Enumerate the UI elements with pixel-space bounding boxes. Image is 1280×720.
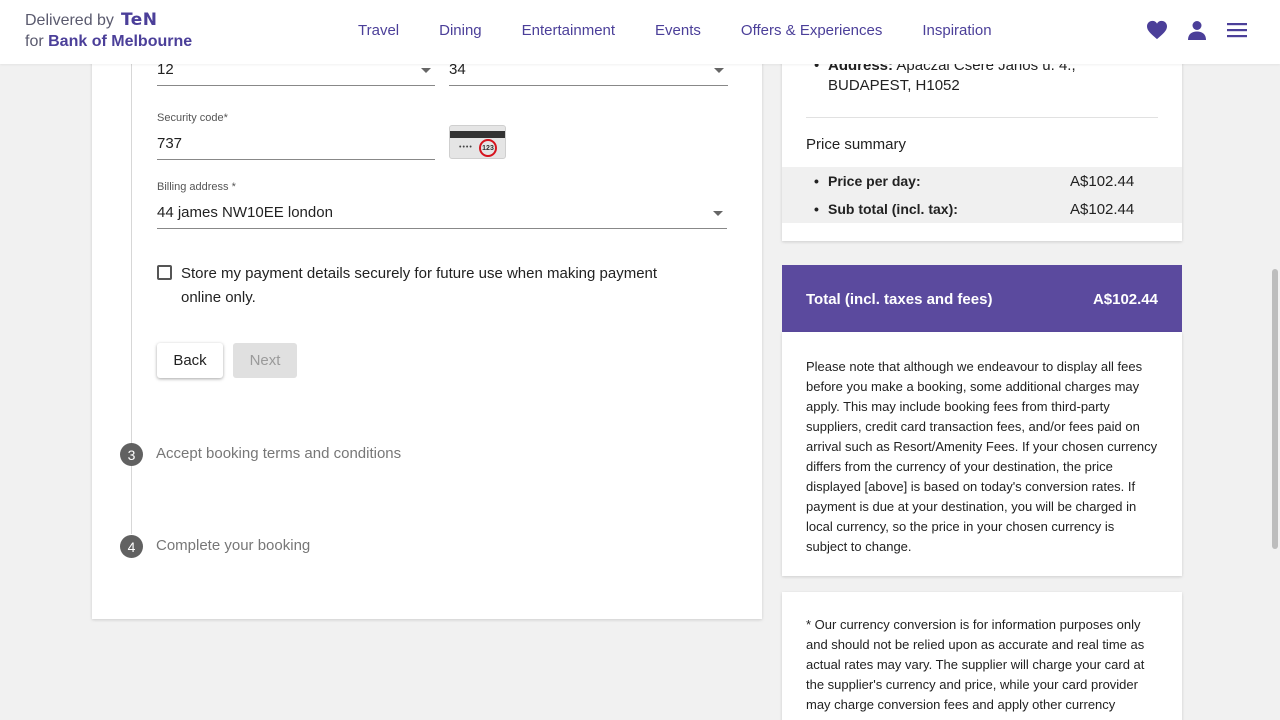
price-row: Price per day: A$102.44 bbox=[782, 167, 1182, 195]
nav-dining[interactable]: Dining bbox=[439, 22, 482, 39]
divider bbox=[806, 117, 1158, 118]
nav-inspiration[interactable]: Inspiration bbox=[922, 22, 991, 39]
billing-address-value: 44 james NW10EE london bbox=[157, 204, 333, 221]
for-text: for bbox=[25, 33, 44, 50]
menu-icon[interactable] bbox=[1226, 18, 1248, 42]
billing-address-label: Billing address * bbox=[157, 181, 236, 193]
top-header: Delivered by TeN for Bank of Melbourne T… bbox=[0, 0, 1280, 64]
cvv-card-icon: •••• 123 bbox=[449, 125, 506, 159]
security-code-value: 737 bbox=[157, 135, 183, 152]
subtotal-label: Sub total (incl. tax): bbox=[814, 201, 958, 217]
fees-note-text: Please note that although we endeavour t… bbox=[806, 359, 1158, 554]
heart-icon[interactable] bbox=[1146, 18, 1168, 42]
booking-steps-panel: 12 34 Security code* 737 •••• 123 Billin… bbox=[92, 0, 762, 619]
billing-address-select[interactable]: Billing address * 44 james NW10EE london bbox=[157, 181, 727, 229]
subtotal-amount: A$102.44 bbox=[1070, 201, 1135, 218]
scrollbar-thumb[interactable] bbox=[1272, 269, 1278, 549]
cvv-dots: •••• bbox=[459, 144, 473, 151]
currency-note-text: * Our currency conversion is for informa… bbox=[806, 617, 1145, 712]
step-4-title[interactable]: Complete your booking bbox=[156, 537, 310, 554]
fees-note-card: Please note that although we endeavour t… bbox=[782, 332, 1182, 576]
nav-events[interactable]: Events bbox=[655, 22, 701, 39]
page-scrollbar[interactable] bbox=[1270, 64, 1280, 720]
ten-logo: TeN bbox=[120, 10, 158, 30]
nav-travel[interactable]: Travel bbox=[358, 22, 399, 39]
user-icon[interactable] bbox=[1186, 18, 1208, 42]
chevron-down-icon bbox=[421, 68, 431, 73]
main-nav: Travel Dining Entertainment Events Offer… bbox=[358, 22, 1032, 39]
security-code-label: Security code* bbox=[157, 112, 228, 124]
cvv-digits: 123 bbox=[479, 139, 497, 157]
security-code-field[interactable]: Security code* 737 bbox=[157, 112, 435, 160]
total-bar: Total (incl. taxes and fees) A$102.44 bbox=[782, 265, 1182, 332]
store-details-label: Store my payment details securely for fu… bbox=[181, 265, 658, 306]
header-icons bbox=[1146, 18, 1248, 42]
price-per-day-label: Price per day: bbox=[814, 173, 921, 189]
price-summary-title: Price summary bbox=[806, 136, 907, 153]
next-button[interactable]: Next bbox=[233, 343, 297, 378]
currency-note-card: * Our currency conversion is for informa… bbox=[782, 592, 1182, 720]
price-per-day-amount: A$102.44 bbox=[1070, 173, 1135, 190]
nav-offers-experiences[interactable]: Offers & Experiences bbox=[741, 22, 882, 39]
step-3-title[interactable]: Accept booking terms and conditions bbox=[156, 445, 401, 462]
back-button[interactable]: Back bbox=[157, 343, 223, 378]
total-amount: A$102.44 bbox=[1092, 291, 1158, 308]
nav-entertainment[interactable]: Entertainment bbox=[522, 22, 615, 39]
bank-name: Bank of Melbourne bbox=[48, 33, 193, 50]
chevron-down-icon bbox=[713, 211, 723, 216]
store-details-checkbox[interactable] bbox=[157, 265, 172, 280]
step-4-number: 4 bbox=[120, 535, 143, 558]
delivered-by-text: Delivered by bbox=[25, 12, 114, 29]
brand-logo[interactable]: Delivered by TeN for Bank of Melbourne bbox=[25, 10, 192, 51]
step-3-number: 3 bbox=[120, 443, 143, 466]
total-label: Total (incl. taxes and fees) bbox=[806, 291, 993, 308]
chevron-down-icon bbox=[714, 68, 724, 73]
price-row: Sub total (incl. tax): A$102.44 bbox=[782, 195, 1182, 223]
